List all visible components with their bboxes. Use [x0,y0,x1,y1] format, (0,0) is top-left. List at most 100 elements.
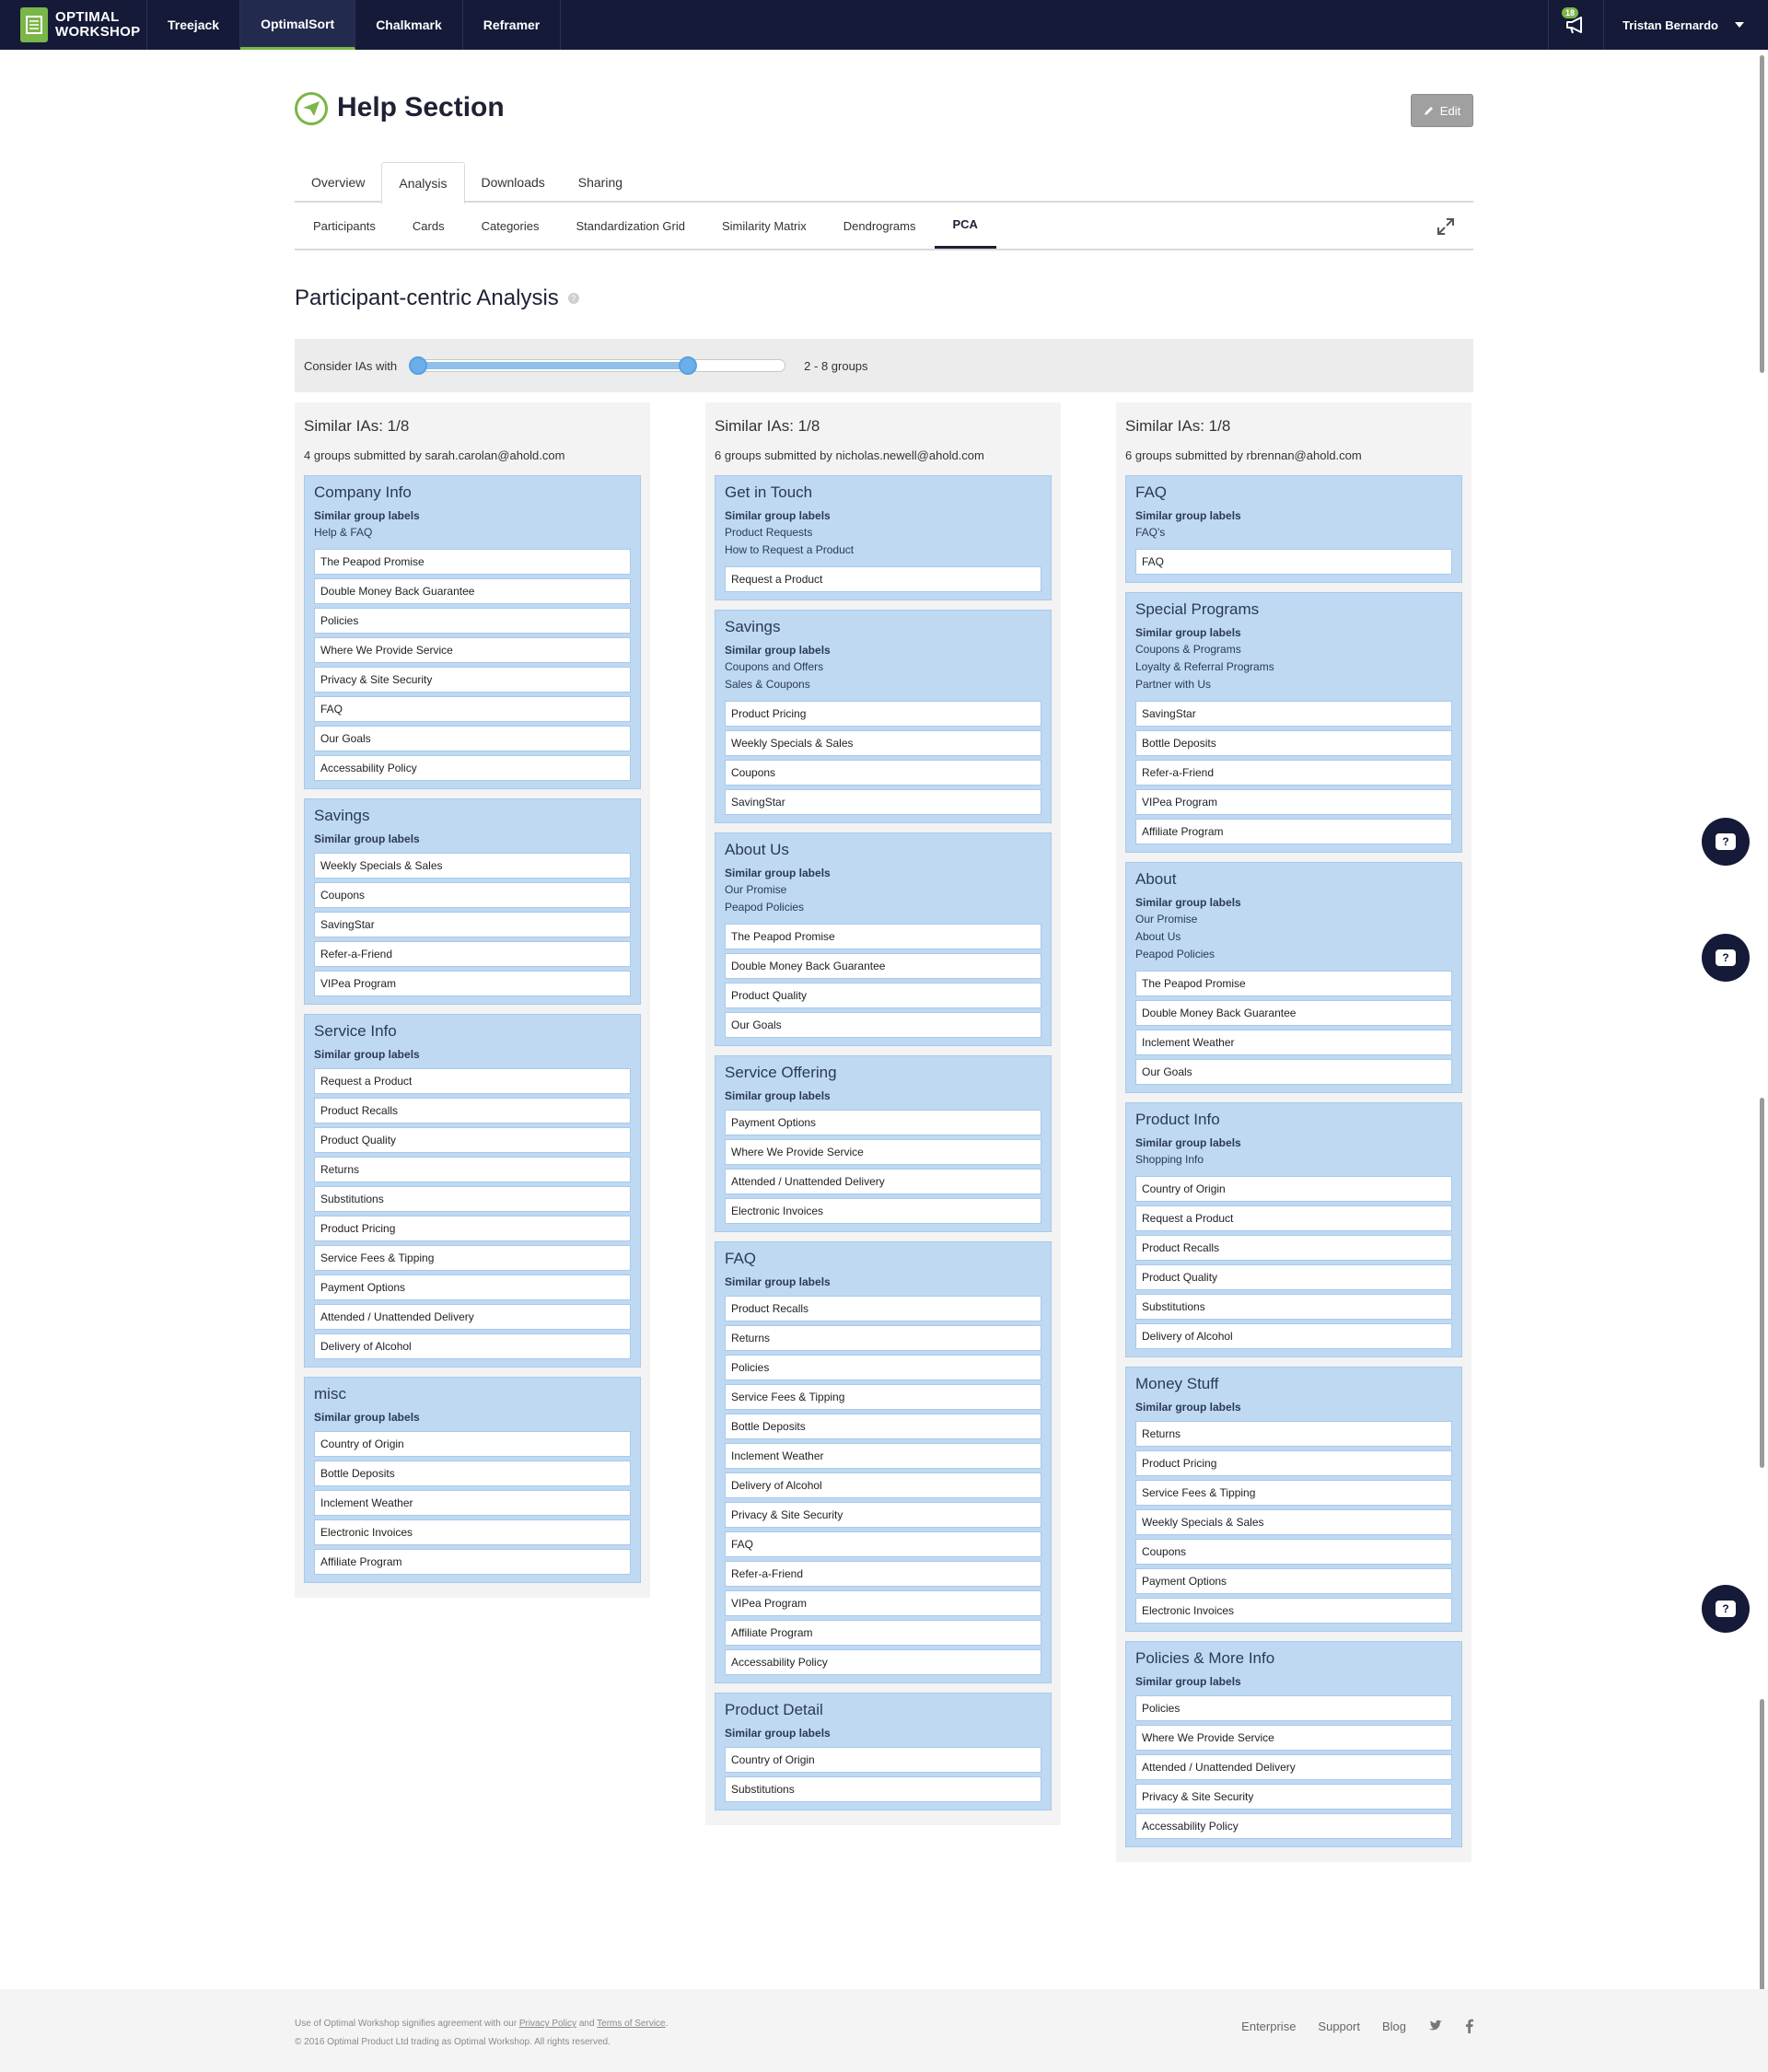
card-item[interactable]: Policies [725,1355,1041,1380]
card-item[interactable]: Bottle Deposits [725,1414,1041,1439]
card-item[interactable]: Product Quality [314,1127,631,1153]
card-item[interactable]: Substitutions [725,1776,1041,1802]
card-item[interactable]: Coupons [725,760,1041,786]
card-item[interactable]: Payment Options [314,1275,631,1300]
card-item[interactable]: Accessability Policy [1135,1813,1452,1839]
expand-icon[interactable] [1436,217,1455,236]
subtab-pca[interactable]: PCA [934,203,996,249]
chat-button[interactable]: ? [1702,1585,1750,1633]
subtab-standardization-grid[interactable]: Standardization Grid [557,203,704,249]
tab-downloads[interactable]: Downloads [465,162,562,203]
twitter-icon[interactable] [1428,2020,1443,2032]
card-item[interactable]: Country of Origin [1135,1176,1452,1202]
card-item[interactable]: Country of Origin [725,1747,1041,1773]
card-item[interactable]: The Peapod Promise [314,549,631,575]
nav-item-optimalsort[interactable]: OptimalSort [240,0,356,50]
card-item[interactable]: Substitutions [1135,1294,1452,1320]
card-item[interactable]: Refer-a-Friend [725,1561,1041,1587]
subtab-categories[interactable]: Categories [463,203,558,249]
card-item[interactable]: Inclement Weather [314,1490,631,1516]
card-item[interactable]: Returns [725,1325,1041,1351]
card-item[interactable]: Where We Provide Service [1135,1725,1452,1751]
chat-button[interactable]: ? [1702,818,1750,866]
tab-sharing[interactable]: Sharing [562,162,639,203]
card-item[interactable]: Product Quality [1135,1264,1452,1290]
card-item[interactable]: Service Fees & Tipping [1135,1480,1452,1506]
card-item[interactable]: Affiliate Program [314,1549,631,1575]
card-item[interactable]: Request a Product [314,1068,631,1094]
card-item[interactable]: Where We Provide Service [725,1139,1041,1165]
card-item[interactable]: Our Goals [1135,1059,1452,1085]
help-icon[interactable]: ? [567,293,579,304]
card-item[interactable]: Refer-a-Friend [1135,760,1452,786]
card-item[interactable]: Attended / Unattended Delivery [314,1304,631,1330]
nav-item-chalkmark[interactable]: Chalkmark [355,0,463,50]
card-item[interactable]: Substitutions [314,1186,631,1212]
terms-of-service-link[interactable]: Terms of Service [597,2019,665,2029]
card-item[interactable]: Delivery of Alcohol [1135,1323,1452,1349]
card-item[interactable]: VIPea Program [314,971,631,996]
footer-link-blog[interactable]: Blog [1382,2020,1406,2033]
card-item[interactable]: VIPea Program [1135,789,1452,815]
tab-overview[interactable]: Overview [295,162,381,203]
subtab-participants[interactable]: Participants [295,203,394,249]
slider-handle-max[interactable] [679,356,698,375]
card-item[interactable]: Bottle Deposits [1135,730,1452,756]
card-item[interactable]: Attended / Unattended Delivery [725,1169,1041,1194]
card-item[interactable]: Coupons [314,882,631,908]
card-item[interactable]: Electronic Invoices [1135,1598,1452,1624]
card-item[interactable]: Product Recalls [1135,1235,1452,1261]
card-item[interactable]: Delivery of Alcohol [725,1473,1041,1498]
card-item[interactable]: Policies [1135,1695,1452,1721]
slider-handle-min[interactable] [409,356,428,375]
chat-button[interactable]: ? [1702,934,1750,982]
card-item[interactable]: Privacy & Site Security [314,667,631,693]
card-item[interactable]: Where We Provide Service [314,637,631,663]
card-item[interactable]: Accessability Policy [314,755,631,781]
card-item[interactable]: Policies [314,608,631,634]
card-item[interactable]: Product Pricing [314,1216,631,1241]
subtab-cards[interactable]: Cards [394,203,463,249]
card-item[interactable]: Product Recalls [725,1296,1041,1321]
card-item[interactable]: Double Money Back Guarantee [725,953,1041,979]
card-item[interactable]: Coupons [1135,1539,1452,1565]
card-item[interactable]: Weekly Specials & Sales [314,853,631,879]
scrollbar-thumb[interactable] [1760,55,1764,373]
card-item[interactable]: Accessability Policy [725,1649,1041,1675]
footer-link-enterprise[interactable]: Enterprise [1241,2020,1296,2033]
card-item[interactable]: FAQ [725,1531,1041,1557]
group-range-slider[interactable] [409,356,786,375]
card-item[interactable]: Product Recalls [314,1098,631,1123]
optimal-workshop-logo[interactable]: OPTIMAL WORKSHOP [0,0,147,50]
card-item[interactable]: Product Quality [725,983,1041,1008]
card-item[interactable]: Request a Product [725,566,1041,592]
scrollbar-thumb-secondary[interactable] [1760,1098,1764,1468]
card-item[interactable]: Electronic Invoices [725,1198,1041,1224]
card-item[interactable]: Product Pricing [1135,1450,1452,1476]
card-item[interactable]: Double Money Back Guarantee [1135,1000,1452,1026]
notifications-button[interactable]: 18 [1547,0,1603,50]
card-item[interactable]: Payment Options [725,1110,1041,1135]
nav-item-treejack[interactable]: Treejack [147,0,241,50]
card-item[interactable]: Service Fees & Tipping [314,1245,631,1271]
footer-link-support[interactable]: Support [1318,2020,1360,2033]
card-item[interactable]: SavingStar [725,789,1041,815]
card-item[interactable]: Refer-a-Friend [314,941,631,967]
card-item[interactable]: Privacy & Site Security [1135,1784,1452,1810]
card-item[interactable]: Double Money Back Guarantee [314,578,631,604]
card-item[interactable]: Our Goals [725,1012,1041,1038]
card-item[interactable]: Affiliate Program [725,1620,1041,1646]
card-item[interactable]: Returns [1135,1421,1452,1447]
card-item[interactable]: SavingStar [314,912,631,937]
card-item[interactable]: Payment Options [1135,1568,1452,1594]
card-item[interactable]: Bottle Deposits [314,1461,631,1486]
user-menu[interactable]: Tristan Bernardo [1602,0,1768,50]
edit-button[interactable]: Edit [1411,94,1473,127]
card-item[interactable]: Returns [314,1157,631,1182]
card-item[interactable]: Country of Origin [314,1431,631,1457]
card-item[interactable]: Affiliate Program [1135,819,1452,844]
card-item[interactable]: Attended / Unattended Delivery [1135,1754,1452,1780]
tab-analysis[interactable]: Analysis [381,162,465,204]
card-item[interactable]: SavingStar [1135,701,1452,727]
card-item[interactable]: Request a Product [1135,1205,1452,1231]
